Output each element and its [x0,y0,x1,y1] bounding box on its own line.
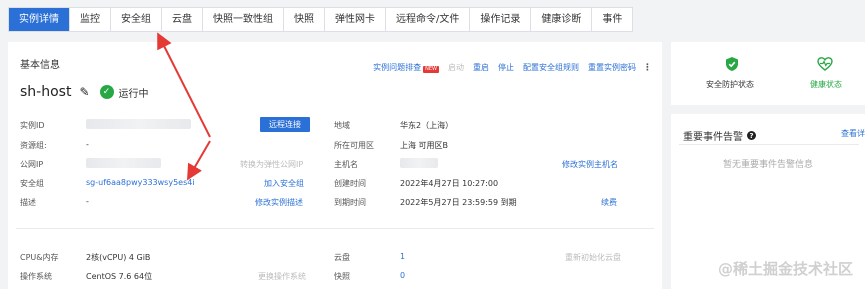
snapshot-count-link[interactable]: 0 [400,271,405,280]
tab-cloud-disk[interactable]: 云盘 [162,8,203,31]
tab-snapshot-group[interactable]: 快照一致性组 [203,8,284,31]
region-value: 华东2（上海） [400,121,454,130]
events-empty-text: 暂无重要事件告警信息 [722,160,813,170]
instance-id-redacted [86,119,191,129]
cpu-label: CPU&内存 [20,253,59,262]
edit-icon[interactable]: ✎ [79,85,89,99]
remote-connect-button[interactable]: 远程连接 [260,117,310,132]
tab-bar: 实例详情 监控 安全组 云盘 快照一致性组 快照 弹性网卡 远程命令/文件 操作… [8,7,634,32]
host-header: sh-host ✎ ✓ 运行中 [20,84,149,100]
hostname-redacted [400,158,438,168]
instance-id-label: 实例ID [20,121,45,130]
status-text: 运行中 [118,88,149,100]
tab-snapshot[interactable]: 快照 [284,8,325,31]
reinit-disk-link[interactable]: 重新初始化云盘 [565,252,621,263]
convert-eip-link[interactable]: 转换为弹性公网IP [240,159,303,170]
section-title: 基本信息 [20,60,60,71]
tab-events[interactable]: 事件 [592,8,632,31]
public-ip-redacted [86,158,161,168]
stop-button[interactable]: 停止 [498,62,514,73]
tab-operation-log[interactable]: 操作记录 [470,8,532,31]
created-value: 2022年4月27日 10:27:00 [400,179,499,188]
tab-instance-details[interactable]: 实例详情 [9,8,70,31]
diagnose-label: 实例问题排查 [373,63,422,72]
expire-label: 到期时间 [334,198,366,207]
tab-monitor[interactable]: 监控 [70,8,111,31]
shield-icon [726,57,738,71]
tab-security-group[interactable]: 安全组 [111,8,162,31]
zone-label: 所在可用区 [334,141,374,150]
snapshot-label: 快照 [334,272,350,281]
resource-group-value: - [86,140,89,149]
status-cards: 安全防护状态 健康状态 [671,42,865,105]
renew-link[interactable]: 续费 [601,197,617,208]
view-details-link[interactable]: 查看详 [841,128,865,139]
host-name: sh-host [20,84,72,100]
events-title: 重要事件告警 ? [683,128,756,143]
configure-security-rules-button[interactable]: 配置安全组规则 [523,62,579,73]
events-divider [679,144,859,145]
diagnose-link[interactable]: 实例问题排查 NEW [373,62,439,73]
health-status-label[interactable]: 健康状态 [810,79,842,90]
cpu-value: 2核(vCPU) 4 GiB [86,253,151,262]
start-button[interactable]: 启动 [448,62,464,73]
watermark: @稀土掘金技术社区 [717,260,853,278]
security-group-link[interactable]: sg-uf6aa8pwy333wsy5es4i [86,178,195,187]
add-security-group-link[interactable]: 加入安全组 [264,178,304,189]
new-badge: NEW [423,66,439,73]
hostname-label: 主机名 [334,160,358,169]
more-menu-icon[interactable]: ⋮ [643,63,652,73]
disk-label: 云盘 [334,253,350,262]
edit-description-link[interactable]: 修改实例描述 [255,197,303,208]
tab-health-diagnosis[interactable]: 健康诊断 [531,8,593,31]
restart-button[interactable]: 重启 [473,62,489,73]
description-label: 描述 [20,198,36,207]
tab-eni[interactable]: 弹性网卡 [325,8,386,31]
zone-value: 上海 可用区B [400,141,449,150]
action-bar: 实例问题排查 NEW 启动 重启 停止 配置安全组规则 重置实例密码 ⋮ [364,62,652,73]
edit-hostname-link[interactable]: 修改实例主机名 [562,159,618,170]
created-label: 创建时间 [334,179,366,188]
check-circle-icon: ✓ [99,85,114,99]
region-label: 地域 [334,121,350,130]
description-value: - [86,197,89,206]
basic-info-panel: 基本信息 实例问题排查 NEW 启动 重启 停止 配置安全组规则 重置实例密码 ⋮… [8,42,662,289]
tab-remote-command[interactable]: 远程命令/文件 [386,8,471,31]
security-group-label: 安全组 [20,179,44,188]
events-title-text: 重要事件告警 [683,132,743,143]
security-status-label[interactable]: 安全防护状态 [706,79,754,90]
change-os-link[interactable]: 更换操作系统 [258,271,306,282]
os-label: 操作系统 [20,272,52,281]
public-ip-label: 公网IP [20,160,44,169]
section-divider [16,228,654,229]
heart-pulse-icon [817,57,833,71]
disk-count-link[interactable]: 1 [400,252,405,261]
os-value: CentOS 7.6 64位 [86,272,153,281]
expire-value: 2022年5月27日 23:59:59 到期 [400,198,517,207]
reset-password-button[interactable]: 重置实例密码 [588,62,636,73]
resource-group-label: 资源组: [20,141,47,150]
help-icon[interactable]: ? [747,131,756,140]
